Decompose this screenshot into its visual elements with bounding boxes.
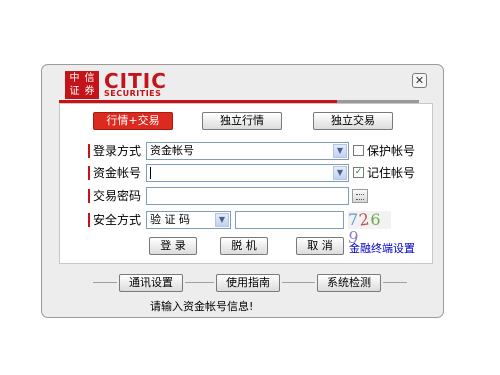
remember-account-checkbox[interactable]: ✓ — [353, 167, 364, 178]
tab-trade-only[interactable]: 独立交易 — [313, 112, 393, 130]
account-input[interactable]: ▼ — [146, 164, 349, 182]
captcha-input[interactable] — [235, 211, 344, 229]
text-cursor — [150, 167, 151, 179]
footer-divider — [185, 282, 214, 283]
soft-keyboard-icon[interactable] — [352, 189, 368, 203]
login-button[interactable]: 登 录 — [149, 237, 197, 255]
security-method-label: 安全方式 — [88, 211, 141, 229]
close-icon: ✕ — [414, 74, 425, 87]
chevron-down-icon[interactable]: ▼ — [333, 144, 347, 158]
login-method-select[interactable]: 资金帐号 ▼ — [146, 142, 349, 160]
password-label: 交易密码 — [88, 187, 141, 205]
cancel-button[interactable]: 取 消 — [296, 237, 344, 255]
tab-quote-only[interactable]: 独立行情 — [202, 112, 282, 130]
footer-divider — [93, 282, 117, 283]
offline-button[interactable]: 脱 机 — [220, 237, 268, 255]
chevron-down-icon[interactable]: ▼ — [215, 213, 229, 227]
footer-divider — [282, 282, 315, 283]
security-method-select[interactable]: 验 证 码 ▼ — [146, 211, 231, 229]
terminal-settings-link[interactable]: 金融终端设置 — [349, 242, 415, 256]
system-check-button[interactable]: 系统检测 — [317, 274, 381, 292]
close-button[interactable]: ✕ — [412, 73, 427, 88]
footer-divider — [383, 282, 407, 283]
status-message: 请输入资金帐号信息! — [150, 300, 254, 313]
user-guide-button[interactable]: 使用指南 — [216, 274, 280, 292]
captcha-image[interactable]: 7269 — [347, 209, 391, 248]
account-label: 资金帐号 — [88, 164, 141, 182]
remember-account-label: 记住帐号 — [367, 166, 416, 180]
login-method-label: 登录方式 — [88, 142, 141, 160]
protect-account-checkbox[interactable] — [353, 145, 364, 156]
comm-settings-button[interactable]: 通讯设置 — [119, 274, 183, 292]
password-input[interactable] — [146, 187, 349, 205]
login-window: 中信证券 CITIC SECURITIES ✕ 行情+交易 独立行情 独立交易 … — [41, 64, 444, 318]
brand-subtitle: SECURITIES — [104, 89, 162, 98]
chevron-down-icon[interactable]: ▼ — [333, 166, 347, 180]
citic-seal-logo: 中信证券 — [65, 71, 99, 99]
tab-quote-trade[interactable]: 行情+交易 — [93, 112, 173, 130]
protect-account-label: 保护帐号 — [367, 144, 416, 158]
header: 中信证券 CITIC SECURITIES ✕ — [42, 65, 443, 103]
